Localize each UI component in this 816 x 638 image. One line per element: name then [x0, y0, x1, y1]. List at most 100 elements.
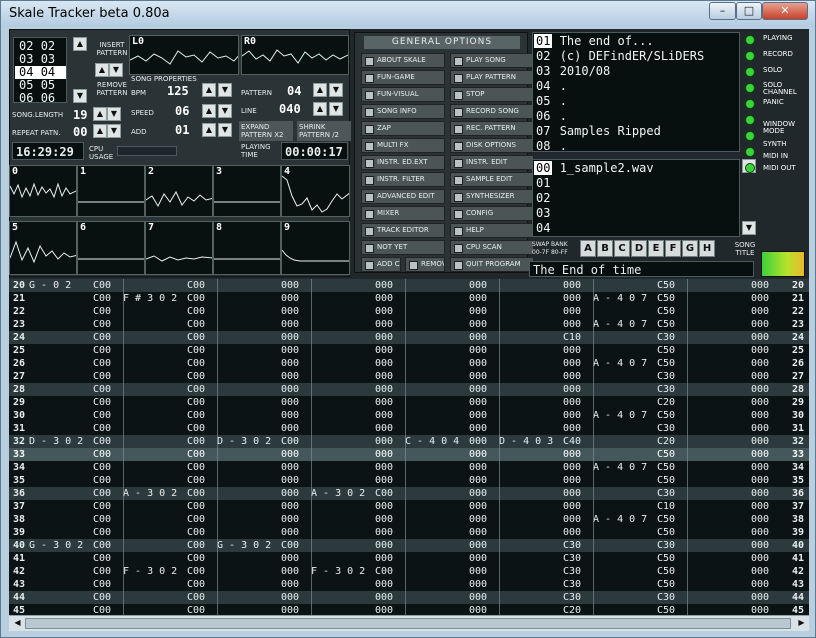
effect-cell[interactable]: C50: [657, 279, 675, 292]
effect-cell[interactable]: 000: [751, 591, 769, 604]
effect-cell[interactable]: 000: [281, 604, 299, 615]
midi-out-button[interactable]: MIDI OUT: [763, 165, 809, 181]
maximize-button[interactable]: □: [736, 2, 762, 20]
sample-row[interactable]: 04: [534, 222, 560, 235]
minimize-button[interactable]: –: [709, 2, 736, 20]
effect-cell[interactable]: 000: [281, 474, 299, 487]
note-cell[interactable]: A - 3 0 2: [311, 487, 365, 500]
effect-cell[interactable]: 000: [469, 370, 487, 383]
effect-cell[interactable]: 000: [563, 526, 581, 539]
pattern-row[interactable]: 28 C00 C00 000 000 000 000 C30 000 28: [9, 383, 809, 396]
effect-cell[interactable]: 000: [375, 331, 393, 344]
effect-cell[interactable]: C00: [187, 279, 205, 292]
window-mode-button[interactable]: WINDOW MODE: [763, 121, 809, 137]
effect-cell[interactable]: C00: [93, 565, 111, 578]
scrollbar-thumb[interactable]: [25, 618, 791, 629]
effect-cell[interactable]: C50: [657, 578, 675, 591]
effect-cell[interactable]: 000: [281, 383, 299, 396]
about-skale-button[interactable]: ABOUT SKALE: [361, 53, 445, 68]
effect-cell[interactable]: 000: [751, 279, 769, 292]
pattern-row[interactable]: 42 C00 F - 3 0 2 C00 000 F - 3 0 2 C00 000 C30 C5…: [9, 565, 809, 578]
effect-cell[interactable]: C00: [187, 539, 205, 552]
effect-cell[interactable]: C00: [187, 344, 205, 357]
effect-cell[interactable]: C00: [93, 383, 111, 396]
bank-h-button[interactable]: H: [699, 240, 715, 257]
note-cell[interactable]: C - 4 0 4: [405, 435, 459, 448]
effect-cell[interactable]: 000: [375, 539, 393, 552]
effect-cell[interactable]: C00: [281, 435, 299, 448]
effect-cell[interactable]: C50: [657, 526, 675, 539]
note-cell[interactable]: D - 3 0 2: [29, 435, 83, 448]
note-cell[interactable]: G - 0 2: [29, 279, 71, 292]
effect-cell[interactable]: C00: [187, 435, 205, 448]
effect-cell[interactable]: 000: [563, 513, 581, 526]
info-row[interactable]: 02 (c) DEFindER/SLiDERS: [534, 50, 704, 63]
sample-row[interactable]: 02: [534, 192, 560, 205]
effect-cell[interactable]: 000: [469, 513, 487, 526]
insert-pattern-button[interactable]: INSERT PATTERN: [95, 41, 129, 57]
effect-cell[interactable]: 000: [469, 474, 487, 487]
cpu-scan-button[interactable]: CPU SCAN: [450, 240, 534, 255]
effect-cell[interactable]: C50: [657, 318, 675, 331]
effect-cell[interactable]: 000: [375, 513, 393, 526]
note-cell[interactable]: F - 3 0 2: [123, 565, 177, 578]
quit-program-button[interactable]: QUIT PROGRAM: [450, 257, 534, 272]
repeat-up-button[interactable]: ▲: [93, 124, 107, 138]
effect-cell[interactable]: C50: [657, 513, 675, 526]
stop-button[interactable]: STOP: [450, 87, 534, 102]
effect-cell[interactable]: 000: [751, 448, 769, 461]
title-bar[interactable]: Skale Tracker beta 0.80a – □ ✕: [1, 1, 815, 27]
repeat-down-button[interactable]: ▼: [107, 124, 121, 138]
effect-cell[interactable]: 000: [469, 435, 487, 448]
pattern-row[interactable]: 45 C00 C00 000 000 000 C20 C50 000 45: [9, 604, 809, 615]
info-row-selected[interactable]: 01 The end of...: [534, 34, 654, 48]
effect-cell[interactable]: C00: [93, 305, 111, 318]
effect-cell[interactable]: 000: [751, 565, 769, 578]
effect-cell[interactable]: C00: [93, 500, 111, 513]
effect-cell[interactable]: C50: [657, 305, 675, 318]
effect-cell[interactable]: C00: [93, 448, 111, 461]
effect-cell[interactable]: C00: [187, 357, 205, 370]
effect-cell[interactable]: 000: [375, 357, 393, 370]
panic-button[interactable]: PANIC: [763, 99, 809, 115]
advanced-edit-button[interactable]: ADVANCED EDIT: [361, 189, 445, 204]
effect-cell[interactable]: C10: [657, 500, 675, 513]
add-down-button[interactable]: ▼: [218, 123, 232, 137]
effect-cell[interactable]: 000: [563, 474, 581, 487]
effect-cell[interactable]: 000: [751, 305, 769, 318]
note-cell[interactable]: G - 3 0 2: [217, 539, 271, 552]
effect-cell[interactable]: C00: [93, 279, 111, 292]
help-button[interactable]: HELP: [450, 223, 534, 238]
scroll-left-icon[interactable]: ◀: [11, 617, 24, 630]
effect-cell[interactable]: C40: [563, 435, 581, 448]
remove-pattern-button[interactable]: REMOVE PATTERN: [93, 81, 131, 97]
speed-up-button[interactable]: ▲: [202, 104, 216, 118]
effect-cell[interactable]: 000: [281, 461, 299, 474]
effect-cell[interactable]: 000: [469, 409, 487, 422]
pattern-row[interactable]: 27 C00 C00 000 000 000 000 C30 000 27: [9, 370, 809, 383]
effect-cell[interactable]: 000: [469, 396, 487, 409]
effect-cell[interactable]: C00: [93, 552, 111, 565]
play-song-button[interactable]: PLAY SONG: [450, 53, 534, 68]
effect-cell[interactable]: 000: [375, 461, 393, 474]
effect-cell[interactable]: 000: [751, 318, 769, 331]
effect-cell[interactable]: C30: [657, 370, 675, 383]
effect-cell[interactable]: C50: [657, 552, 675, 565]
multi-fx-button[interactable]: MULTI FX: [361, 138, 445, 153]
effect-cell[interactable]: C00: [93, 318, 111, 331]
effect-cell[interactable]: C00: [187, 526, 205, 539]
effect-cell[interactable]: 000: [375, 422, 393, 435]
effect-cell[interactable]: C00: [93, 474, 111, 487]
effect-cell[interactable]: C00: [93, 591, 111, 604]
effect-cell[interactable]: 000: [375, 292, 393, 305]
effect-cell[interactable]: 000: [281, 500, 299, 513]
effect-cell[interactable]: 000: [563, 396, 581, 409]
effect-cell[interactable]: 000: [751, 539, 769, 552]
effect-cell[interactable]: C30: [563, 591, 581, 604]
pattern-row[interactable]: 39 C00 C00 000 000 000 000 C50 000 39: [9, 526, 809, 539]
effect-cell[interactable]: C00: [187, 422, 205, 435]
effect-cell[interactable]: 000: [375, 552, 393, 565]
effect-cell[interactable]: C00: [187, 396, 205, 409]
effect-cell[interactable]: 000: [469, 526, 487, 539]
disk-options-button[interactable]: DISK OPTIONS: [450, 138, 534, 153]
